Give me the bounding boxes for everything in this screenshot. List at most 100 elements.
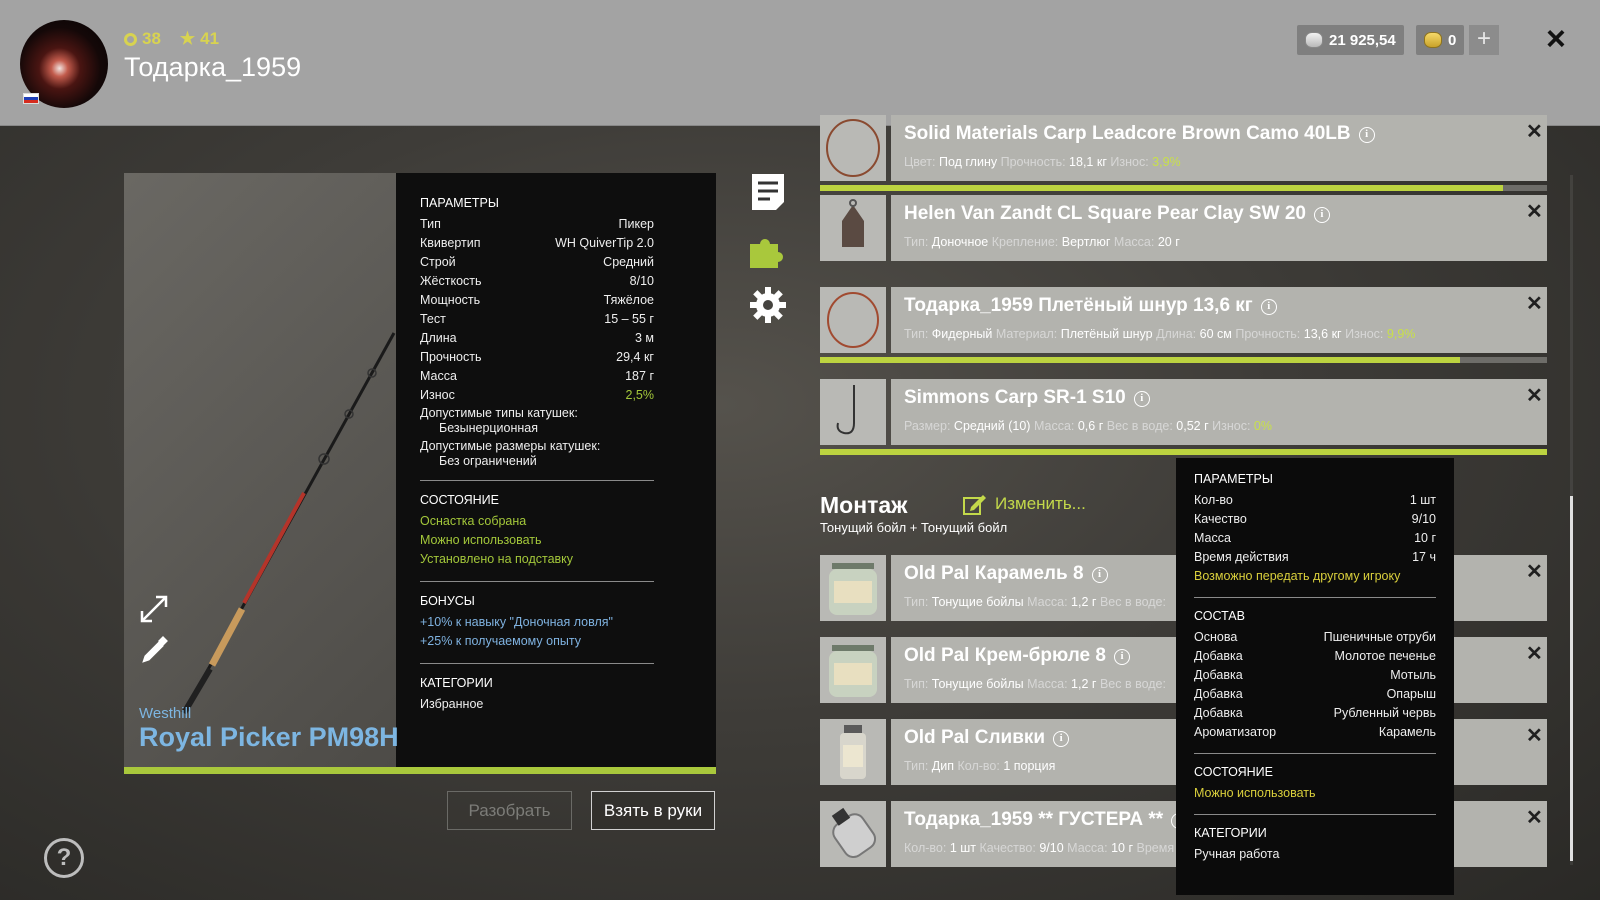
remove-item-button[interactable]: ✕ [1526, 559, 1543, 584]
prop-value: Тонущие бойлы [931, 677, 1024, 691]
info-icon[interactable]: i [1133, 391, 1150, 407]
prop-value: Средний (10) [953, 419, 1031, 433]
profile-header: 38 ★ 41 Тодарка_1959 21 925,54 0 + × [0, 0, 1600, 126]
rod-param-key: Тип [420, 217, 441, 231]
info-icon[interactable]: i [1053, 731, 1070, 747]
tooltip-state-title: СОСТОЯНИЕ [1194, 765, 1273, 779]
item-thumbnail [820, 287, 886, 353]
rod-condition-fill [124, 767, 716, 774]
composition-row: Добавка Рубленный червь [1194, 704, 1436, 723]
rod-param-value: Пикер [618, 217, 654, 231]
montage-title: Монтаж [820, 492, 908, 518]
composition-row: Добавка Опарыш [1194, 685, 1436, 704]
prop-key: Качество: [979, 841, 1036, 855]
rod-param-value: 29,4 кг [616, 350, 654, 364]
info-icon[interactable]: i [1260, 299, 1277, 315]
prop-value: 20 г [1157, 235, 1180, 249]
list-item[interactable]: Simmons Carp SR-1 S10 i Размер: Средний (… [820, 379, 1547, 445]
remove-item-button[interactable]: ✕ [1526, 119, 1543, 144]
montage-subtitle: Тонущий бойл + Тонущий бойл [820, 520, 1008, 535]
info-icon[interactable]: i [1313, 207, 1330, 223]
add-gold-button[interactable]: + [1469, 25, 1499, 55]
bonus-line: +10% к навыку "Доночная ловля" [420, 615, 613, 629]
silver-balance: 21 925,54 [1297, 25, 1404, 55]
rod-param-key: Износ [420, 388, 455, 402]
composition-value: Молотое печенье [1334, 649, 1436, 663]
transfer-note: Возможно передать другому игроку [1194, 569, 1401, 583]
remove-item-button[interactable]: ✕ [1526, 383, 1543, 408]
prop-value: 1 шт [949, 841, 977, 855]
edit-montage-label: Изменить... [995, 494, 1086, 513]
prop-value: 0,6 г [1077, 419, 1104, 433]
level-value: 38 [142, 29, 161, 48]
info-icon[interactable]: i [1113, 649, 1130, 665]
prop-value: 0% [1253, 419, 1272, 433]
tooltip-category-text: Ручная работа [1194, 847, 1280, 861]
remove-item-button[interactable]: ✕ [1526, 805, 1543, 830]
tooltip-params-title: ПАРАМЕТРЫ [1194, 472, 1273, 486]
disassemble-button[interactable]: Разобрать [447, 791, 572, 830]
composition-value: Опарыш [1386, 687, 1436, 701]
item-title-text: Solid Materials Carp Leadcore Brown Camo… [904, 123, 1351, 144]
puzzle-icon[interactable] [748, 230, 788, 270]
gear-icon[interactable] [748, 285, 788, 325]
edit-montage-link[interactable]: Изменить... [963, 493, 1086, 515]
rod-param-value: WH QuiverTip 2.0 [555, 236, 654, 250]
close-button[interactable]: × [1546, 19, 1566, 59]
prop-key: Масса: [1033, 419, 1075, 433]
divider [420, 480, 654, 481]
rod-param-key: Прочность [420, 350, 482, 364]
prop-key: Прочность: [1000, 155, 1066, 169]
rod-param-row: Строй Средний [420, 253, 654, 272]
wear-bar-fill [820, 357, 1460, 363]
divider [1194, 814, 1436, 815]
tooltip-param-key: Качество [1194, 512, 1247, 526]
tooltip-param-value: 1 шт [1409, 493, 1436, 507]
remove-item-button[interactable]: ✕ [1526, 641, 1543, 666]
prop-key: Цвет: [904, 155, 936, 169]
document-icon[interactable] [748, 172, 788, 212]
prop-value: Фидерный [931, 327, 993, 341]
item-title: Helen Van Zandt CL Square Pear Clay SW 2… [904, 203, 1330, 225]
edit-icon[interactable] [139, 636, 169, 666]
item-props: Тип: Фидерный Материал: Плетёный шнур Дл… [904, 327, 1415, 341]
rod-param-row: Тест 15 – 55 г [420, 310, 654, 329]
list-item[interactable]: Solid Materials Carp Leadcore Brown Camo… [820, 115, 1547, 181]
take-in-hands-button[interactable]: Взять в руки [591, 791, 715, 830]
rod-param-value: Тяжёлое [603, 293, 654, 307]
state-line: Можно использовать [420, 533, 542, 547]
rod-condition-bar [124, 767, 716, 774]
prop-key: Износ: [1345, 327, 1384, 341]
divider [420, 663, 654, 664]
prop-key: Крепление: [991, 235, 1059, 249]
rod-param-key: Тест [420, 312, 446, 326]
rod-param-row: Прочность 29,4 кг [420, 348, 654, 367]
expand-icon[interactable] [138, 593, 170, 625]
prop-value: 18,1 кг [1069, 155, 1107, 169]
list-item[interactable]: Helen Van Zandt CL Square Pear Clay SW 2… [820, 195, 1547, 261]
rod-param-key: Жёсткость [420, 274, 482, 288]
scrollbar-thumb[interactable] [1570, 496, 1573, 861]
rod-param-key: Квивертип [420, 236, 481, 250]
composition-row: Добавка Мотыль [1194, 666, 1436, 685]
bonus-title: БОНУСЫ [420, 594, 475, 608]
divider [1194, 597, 1436, 598]
composition-key: Ароматизатор [1194, 725, 1277, 739]
rod-param-value: 187 г [625, 369, 654, 383]
rod-param-value: Средний [603, 255, 654, 269]
help-icon[interactable]: ? [44, 838, 84, 878]
info-icon[interactable]: i [1358, 127, 1375, 143]
rod-param-value: 3 м [634, 331, 654, 345]
info-icon[interactable]: i [1091, 567, 1108, 583]
remove-item-button[interactable]: ✕ [1526, 199, 1543, 224]
state-line: Оснастка собрана [420, 514, 527, 528]
category-value: Избранное [420, 695, 654, 714]
remove-item-button[interactable]: ✕ [1526, 291, 1543, 316]
prop-key: Тип: [904, 759, 929, 773]
item-props: Тип: Дип Кол-во: 1 порция [904, 759, 1055, 773]
tooltip-category: Ручная работа [1194, 845, 1436, 864]
remove-item-button[interactable]: ✕ [1526, 723, 1543, 748]
list-item[interactable]: Тодарка_1959 Плетёный шнур 13,6 кг i Тип:… [820, 287, 1547, 353]
prop-key: Масса: [1027, 595, 1068, 609]
tooltip-categories-title: КАТЕГОРИИ [1194, 826, 1267, 840]
